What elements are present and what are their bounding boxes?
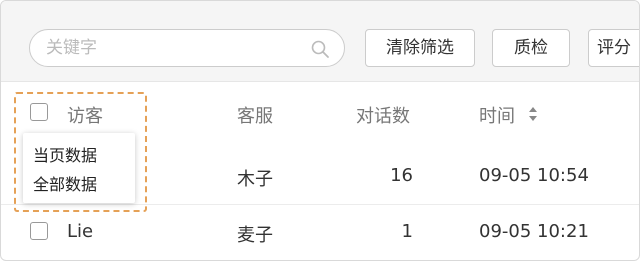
row-time: 09-05 10:54 bbox=[479, 165, 589, 186]
column-header-messages[interactable]: 对话数 bbox=[356, 102, 410, 128]
search-box[interactable] bbox=[29, 29, 345, 67]
row-checkbox[interactable] bbox=[30, 222, 48, 240]
column-header-time[interactable]: 时间 bbox=[479, 102, 515, 128]
search-icon[interactable] bbox=[310, 39, 330, 59]
quality-check-button[interactable]: 质检 bbox=[492, 29, 570, 67]
column-header-agent[interactable]: 客服 bbox=[237, 102, 273, 128]
score-button[interactable]: 评分 bbox=[588, 29, 639, 67]
menu-item-all-data[interactable]: 全部数据 bbox=[33, 171, 97, 195]
toolbar: 清除筛选 质检 评分 bbox=[1, 1, 639, 82]
row-messages: 1 bbox=[401, 221, 413, 242]
search-input[interactable] bbox=[46, 38, 306, 58]
row-visitor: Lie bbox=[67, 221, 94, 242]
clear-filters-button[interactable]: 清除筛选 bbox=[365, 29, 475, 67]
column-header-visitor[interactable]: 访客 bbox=[67, 102, 103, 128]
menu-item-current-page[interactable]: 当页数据 bbox=[33, 142, 97, 166]
select-all-checkbox[interactable] bbox=[30, 103, 48, 121]
sort-icon[interactable] bbox=[528, 104, 538, 124]
row-time: 09-05 10:21 bbox=[479, 221, 589, 242]
row-agent: 木子 bbox=[237, 169, 273, 190]
row-agent: 麦子 bbox=[237, 225, 273, 246]
select-scope-menu: 当页数据 全部数据 bbox=[23, 133, 135, 203]
window-frame: 清除筛选 质检 评分 访客 客服 对话数 时间 木子 16 09-05 10:5… bbox=[0, 0, 640, 261]
row-messages: 16 bbox=[390, 165, 413, 186]
